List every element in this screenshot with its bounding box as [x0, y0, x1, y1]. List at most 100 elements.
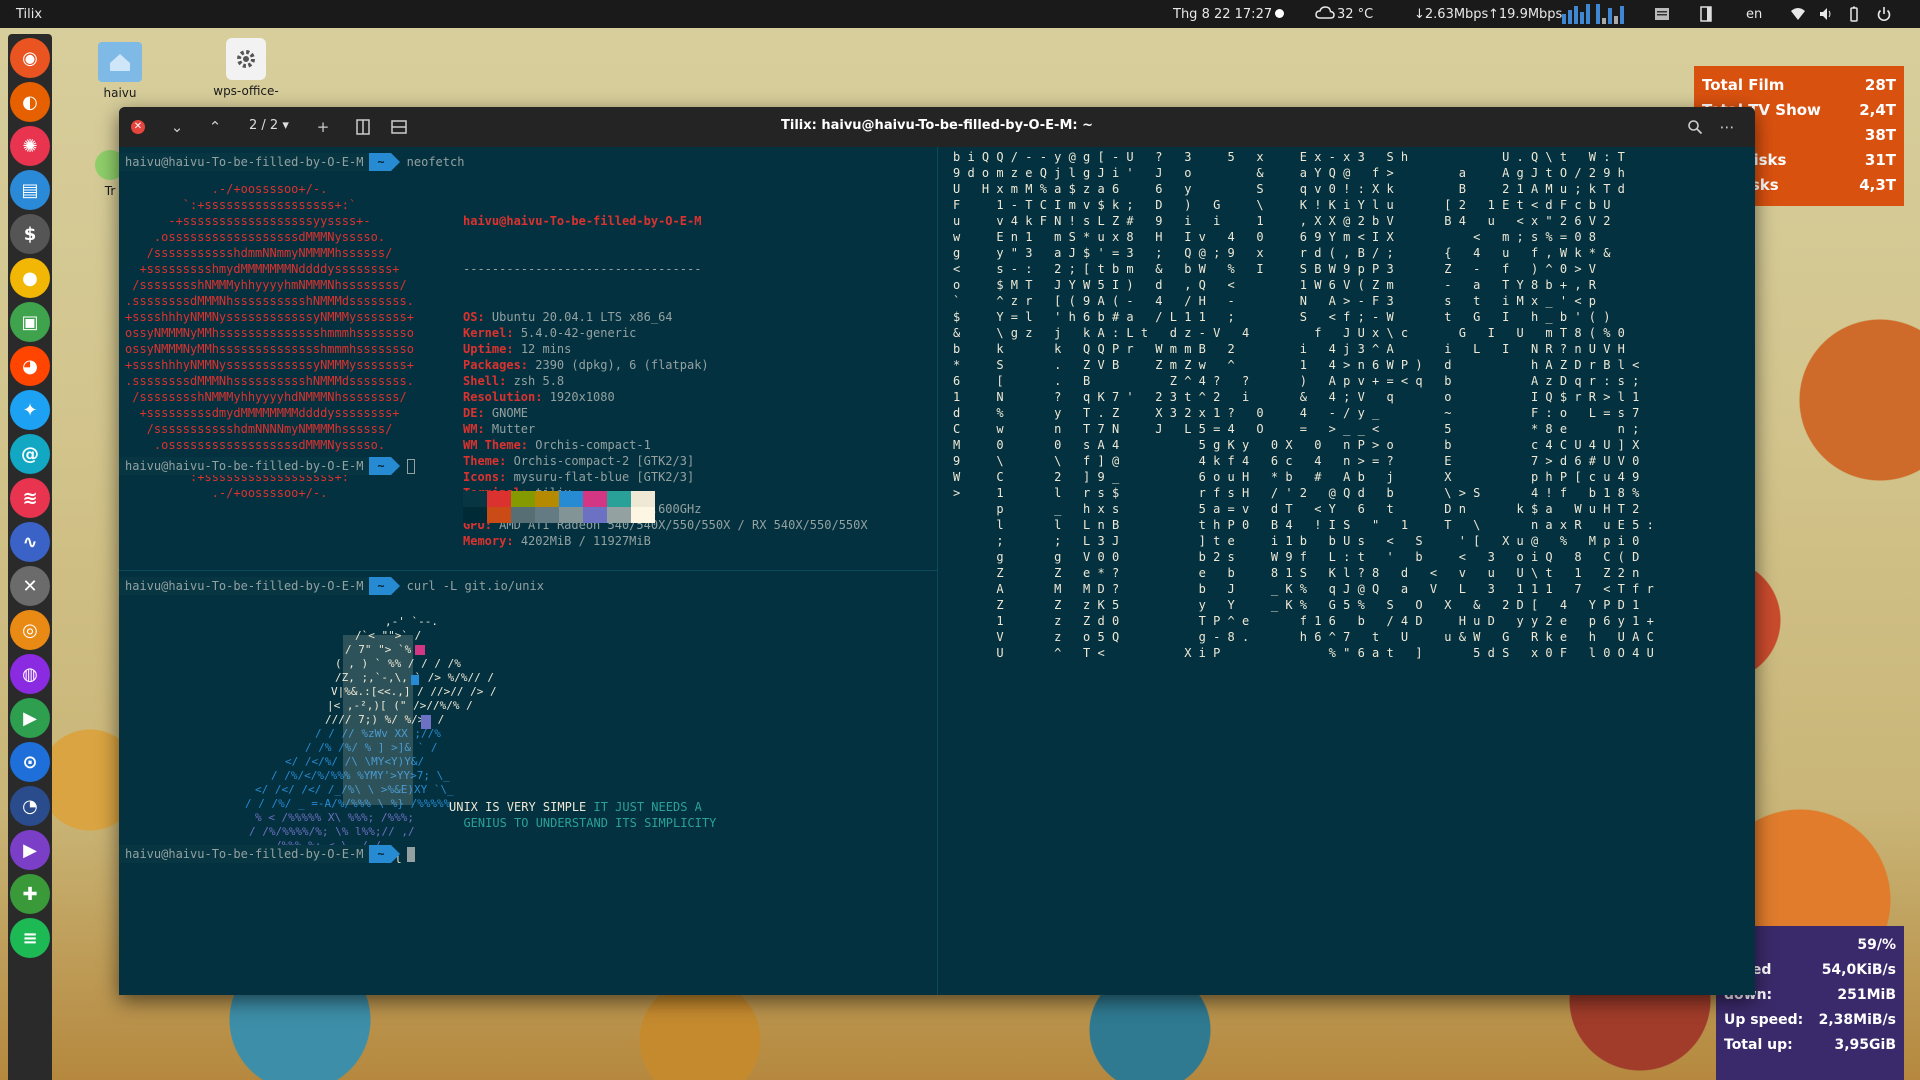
- pane-divider-vertical[interactable]: [937, 147, 938, 995]
- conky-row: Total Film 28T: [1702, 72, 1896, 97]
- spotify-icon[interactable]: ≡: [10, 918, 50, 958]
- conky-value: 251MiB: [1837, 986, 1896, 1003]
- color-swatch: [559, 491, 583, 507]
- info-colon: :: [499, 374, 514, 388]
- gamepad-icon[interactable]: ✚: [10, 874, 50, 914]
- color-swatch: [511, 491, 535, 507]
- search-icon[interactable]: [1687, 119, 1703, 135]
- info-colon: :: [477, 310, 492, 324]
- net-download-speed[interactable]: ↓2.63Mbps: [1414, 7, 1488, 22]
- info-colon: :: [506, 342, 521, 356]
- firefox-icon[interactable]: ◐: [10, 82, 50, 122]
- rss-icon[interactable]: ≋: [10, 478, 50, 518]
- info-key: Memory: [463, 534, 507, 548]
- prompt-arrow-icon: ~: [369, 153, 400, 171]
- info-key: Icons: [463, 470, 500, 484]
- info-row: WM Theme: Orchis-compact-1: [463, 437, 868, 453]
- settings-gear-icon: [226, 38, 266, 80]
- color-palette: [463, 491, 655, 523]
- info-colon: :: [535, 390, 550, 404]
- memory-graph-icon[interactable]: [1596, 4, 1626, 24]
- player-icon[interactable]: ▶: [10, 830, 50, 870]
- dock: ◉ ◐ ✺ ▤ $ ● ▣ ◕ ✦ @ ≋ ∿ ✕ ◎ ◍ ▶ ⊙ ◔ ▶ ✚ ≡: [8, 34, 52, 1080]
- terminal-pane-neofetch[interactable]: haivu@haivu-To-be-filled-by-O-E-M ~ neof…: [119, 147, 937, 570]
- info-value: Orchis-compact-2 [GTK2/3]: [513, 454, 695, 468]
- info-row: OS: Ubuntu 20.04.1 LTS x86_64: [463, 309, 868, 325]
- conky-value: 31T: [1864, 150, 1896, 169]
- info-colon: :: [477, 422, 492, 436]
- unix-quote-part2: IT JUST NEEDS A: [593, 800, 702, 814]
- gauge-icon[interactable]: ◔: [10, 786, 50, 826]
- prompt-arrow-icon: ~: [369, 845, 400, 863]
- command-text: curl -L git.io/unix: [406, 579, 544, 593]
- folder-icon[interactable]: ▤: [10, 170, 50, 210]
- prompt-user-host: haivu@haivu-To-be-filled-by-O-E-M: [119, 457, 370, 475]
- power-icon[interactable]: [1876, 6, 1892, 22]
- conky-value: 59/%: [1857, 936, 1896, 953]
- cloud-icon[interactable]: [1315, 5, 1335, 21]
- more-options-icon[interactable]: ⋯: [1719, 119, 1735, 135]
- shell-prompt: haivu@haivu-To-be-filled-by-O-E-M ~ curl…: [119, 577, 544, 595]
- desktop-icon-home[interactable]: haivu: [80, 42, 160, 100]
- ubuntu-icon[interactable]: ◉: [10, 38, 50, 78]
- info-colon: :: [477, 406, 492, 420]
- info-key: Shell: [463, 374, 500, 388]
- podcast-icon[interactable]: ◍: [10, 654, 50, 694]
- terminal-pane-unix[interactable]: haivu@haivu-To-be-filled-by-O-E-M ~ curl…: [119, 571, 937, 995]
- disc-icon[interactable]: ◎: [10, 610, 50, 650]
- info-value: 4202MiB / 11927MiB: [520, 534, 651, 548]
- battery-icon[interactable]: [1846, 6, 1862, 22]
- radio-icon[interactable]: ⊙: [10, 742, 50, 782]
- wifi-icon[interactable]: [1790, 6, 1806, 22]
- terminal-icon[interactable]: $: [10, 214, 50, 254]
- info-key: DE: [463, 406, 478, 420]
- info-row: Uptime: 12 mins: [463, 341, 868, 357]
- conky-value: 2,38MiB/s: [1818, 1011, 1896, 1028]
- email-icon[interactable]: @: [10, 434, 50, 474]
- active-app-menu[interactable]: Tilix: [16, 7, 42, 22]
- weather-temperature[interactable]: 32 °C: [1337, 7, 1373, 22]
- desktop-icon-wps[interactable]: wps-office-: [206, 38, 286, 98]
- conky-row: Total up: 3,95GiB: [1724, 1032, 1896, 1057]
- tilix-window[interactable]: ✕ ⌄ ⌃ 2 / 2 ▾ + Tilix: haivu@haivu-To-be…: [119, 107, 1755, 995]
- terminal-pane-matrix[interactable]: b i Q Q / - - y @ g [ - U ? 3 5 x E x - …: [953, 149, 1753, 995]
- color-swatch: [535, 491, 559, 507]
- info-row: WM: Mutter: [463, 421, 868, 437]
- wave-icon[interactable]: ∿: [10, 522, 50, 562]
- info-host: haivu@haivu-To-be-filled-by-O-E-M: [463, 214, 702, 228]
- video-icon[interactable]: ▶: [10, 698, 50, 738]
- window-titlebar[interactable]: ✕ ⌄ ⌃ 2 / 2 ▾ + Tilix: haivu@haivu-To-be…: [119, 107, 1755, 147]
- svg-text:,-' `--.: ,-' `--.: [385, 615, 438, 628]
- notes-icon[interactable]: [1654, 6, 1670, 22]
- software-icon[interactable]: ▣: [10, 302, 50, 342]
- clipboard-icon[interactable]: [1698, 6, 1714, 22]
- conky-value: 3,95GiB: [1834, 1036, 1896, 1053]
- color-swatch: [583, 491, 607, 507]
- chat-icon[interactable]: ●: [10, 258, 50, 298]
- info-row: Kernel: 5.4.0-42-generic: [463, 325, 868, 341]
- clock[interactable]: Thg 8 22 17:27: [1173, 7, 1272, 22]
- info-separator: ---------------------------------: [463, 262, 702, 276]
- cpu-graph-icon[interactable]: [1562, 4, 1592, 24]
- info-row: Shell: zsh 5.8: [463, 373, 868, 389]
- keyboard-language[interactable]: en: [1746, 7, 1762, 22]
- reddit-icon[interactable]: ◕: [10, 346, 50, 386]
- info-row: Icons: mysuru-flat-blue [GTK2/3]: [463, 469, 868, 485]
- pinwheel-icon[interactable]: ✺: [10, 126, 50, 166]
- info-key: Kernel: [463, 326, 507, 340]
- info-row: Memory: 4202MiB / 11927MiB: [463, 533, 868, 549]
- net-upload-speed[interactable]: ↑19.9Mbps: [1488, 7, 1562, 22]
- shell-prompt: haivu@haivu-To-be-filled-by-O-E-M ~: [119, 845, 415, 863]
- info-value: 12 mins: [520, 342, 572, 356]
- volume-icon[interactable]: [1818, 6, 1834, 22]
- color-swatch: [535, 507, 559, 523]
- tools-icon[interactable]: ✕: [10, 566, 50, 606]
- info-row: Packages: 2390 (dpkg), 6 (flatpak): [463, 357, 868, 373]
- conky-label: Total up:: [1724, 1036, 1793, 1053]
- twitter-icon[interactable]: ✦: [10, 390, 50, 430]
- color-swatch: [607, 491, 631, 507]
- color-swatch: [511, 507, 535, 523]
- info-key: Resolution: [463, 390, 536, 404]
- prompt-arrow-icon: ~: [369, 457, 400, 475]
- info-value: Orchis-compact-1: [535, 438, 651, 452]
